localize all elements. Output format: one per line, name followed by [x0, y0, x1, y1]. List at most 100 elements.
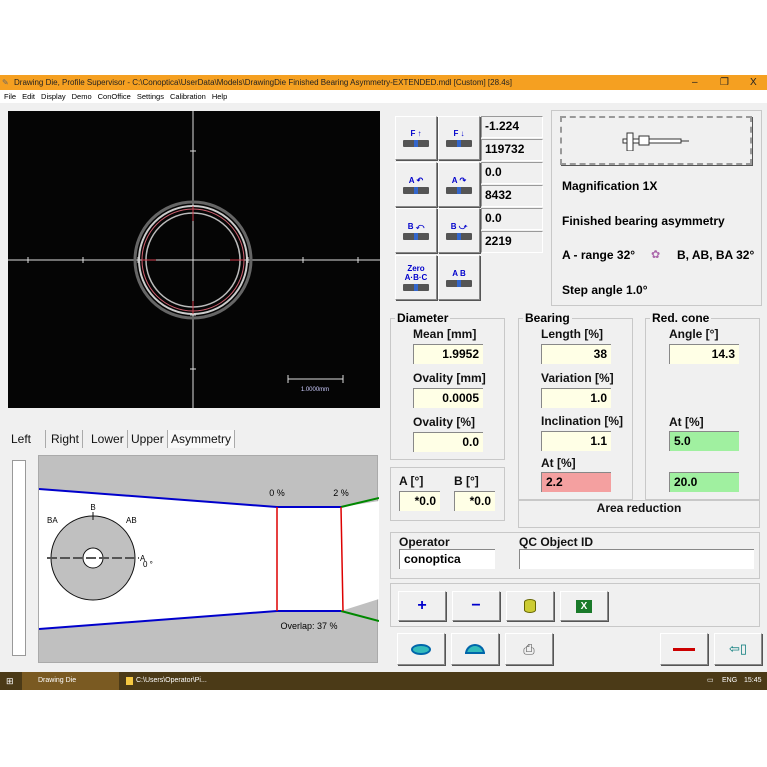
exit-button[interactable]: ⇦▯ [714, 633, 762, 665]
folder-icon [126, 677, 133, 685]
database-button[interactable] [506, 591, 554, 621]
a-angle-field[interactable]: *0.0 [399, 491, 440, 511]
menu-settings[interactable]: Settings [137, 92, 164, 101]
tab-lower[interactable]: Lower [88, 430, 128, 448]
print-button[interactable]: ⎙ [505, 633, 553, 665]
cone-at-field[interactable]: 5.0 [669, 431, 739, 451]
magnification-label: Magnification 1X [562, 179, 658, 193]
die-icon [446, 186, 472, 194]
excel-icon: X [576, 599, 592, 613]
overlap-label: Overlap: 37 % [280, 621, 337, 631]
rotate-b-fwd-icon: B ⤻ [446, 222, 472, 240]
ab-button[interactable]: A B [438, 255, 480, 300]
inclination-label: Inclination [%] [541, 414, 623, 428]
camera-overlay: 1.0000mm [8, 111, 380, 408]
die-icon [446, 279, 472, 287]
title-bar: ✎ Drawing Die, Profile Supervisor - C:\C… [0, 75, 767, 90]
diameter-title: Diameter [395, 311, 451, 325]
caliper-button[interactable] [560, 116, 752, 165]
area-reduction-label: Area reduction [596, 501, 682, 515]
maximize-button[interactable]: ❐ [720, 75, 729, 90]
clock[interactable]: 15:45 [744, 672, 762, 690]
variation-label: Variation [%] [541, 371, 614, 385]
camera-view[interactable]: 1.0000mm [8, 111, 380, 408]
readout-focus-count: 119732 [481, 139, 543, 161]
readout-focus: -1.224 [481, 116, 543, 138]
menu-edit[interactable]: Edit [22, 92, 35, 101]
cone-angle-label: Angle [°] [669, 327, 719, 341]
menu-conoffice[interactable]: ConOffice [98, 92, 131, 101]
rotate-a-ccw-icon: A ↶ [403, 176, 429, 194]
label-ab: AB [126, 516, 137, 525]
readout-b: 0.0 [481, 208, 543, 230]
ab-icon: A B [446, 269, 472, 287]
probe-icon [673, 647, 695, 651]
minimize-button[interactable]: – [692, 75, 698, 90]
focus-down-icon: F ↓ [446, 129, 472, 147]
step-angle-label: Step angle 1.0° [562, 283, 648, 297]
cone-at2-field[interactable]: 20.0 [669, 472, 739, 492]
tab-upper[interactable]: Upper [128, 430, 168, 448]
menu-demo[interactable]: Demo [72, 92, 92, 101]
profile-view-button[interactable] [451, 633, 499, 665]
vertical-slider[interactable] [12, 460, 26, 656]
rotate-b-fwd-button[interactable]: B ⤻ [438, 208, 480, 253]
taskbar-drawing-die[interactable]: Drawing Die [22, 672, 119, 690]
taskbar-explorer[interactable]: C:\Users\Operator\Pi... [124, 672, 216, 690]
scale-bar-label: 1.0000mm [301, 387, 329, 393]
close-button[interactable]: X [750, 75, 757, 90]
die-icon [403, 232, 429, 240]
operator-label: Operator [399, 535, 450, 549]
length-label: Length [%] [541, 327, 603, 341]
ovality-mm-field: 0.0005 [413, 388, 483, 408]
bearing-at-label: At [%] [541, 456, 576, 470]
label-2-percent: 2 % [333, 488, 349, 498]
probe-button[interactable] [660, 633, 708, 665]
excel-export-button[interactable]: X [560, 591, 608, 621]
cone-angle-field: 14.3 [669, 344, 739, 364]
focus-up-button[interactable]: F ↑ [395, 116, 437, 160]
taskbar-app1-label: Drawing Die [38, 677, 77, 684]
windows-start-icon[interactable]: ⊞ [6, 672, 14, 690]
language-indicator[interactable]: ENG [722, 672, 737, 690]
red-cone-title: Red. cone [650, 311, 712, 325]
cone-at-label: At [%] [669, 415, 704, 429]
b-angle-field[interactable]: *0.0 [454, 491, 495, 511]
mean-field: 1.9952 [413, 344, 483, 364]
rotate-b-back-button[interactable]: B ⤺ [395, 208, 437, 253]
zero-abc-button[interactable]: Zero A·B·C [395, 255, 437, 300]
plus-icon: + [417, 597, 427, 614]
database-icon [524, 599, 536, 613]
menu-file[interactable]: File [4, 92, 16, 101]
die-icon [403, 186, 429, 194]
tab-asymmetry[interactable]: Asymmetry [168, 430, 235, 448]
inclination-field: 1.1 [541, 431, 611, 451]
label-0-percent: 0 % [269, 488, 285, 498]
window-title: Drawing Die, Profile Supervisor - C:\Con… [14, 78, 512, 87]
remove-button[interactable]: − [452, 591, 500, 621]
menu-display[interactable]: Display [41, 92, 66, 101]
menu-help[interactable]: Help [212, 92, 227, 101]
rotate-a-ccw-button[interactable]: A ↶ [395, 162, 437, 207]
focus-down-button[interactable]: F ↓ [438, 116, 480, 160]
add-button[interactable]: + [398, 591, 446, 621]
a-range-label: A - range 32° [562, 248, 636, 262]
label-b: B [90, 503, 95, 512]
rotate-a-cw-button[interactable]: A ↷ [438, 162, 480, 207]
ring-view-button[interactable] [397, 633, 445, 665]
network-icon[interactable]: ▭ [707, 672, 714, 690]
tab-right[interactable]: Right [48, 430, 84, 448]
menu-calibration[interactable]: Calibration [170, 92, 206, 101]
settings-gear-icon[interactable]: ✿ [651, 248, 660, 261]
b-angle-label: B [°] [454, 474, 479, 488]
readout-b-count: 2219 [481, 231, 543, 253]
caliper-icon [622, 132, 689, 151]
bearing-at-field[interactable]: 2.2 [541, 472, 611, 492]
app-icon: ✎ [2, 78, 9, 87]
qc-object-id-input[interactable] [519, 549, 754, 569]
bearing-title: Bearing [523, 311, 572, 325]
profile-icon [465, 644, 485, 654]
operator-input[interactable]: conoptica [399, 549, 495, 569]
menu-bar: File Edit Display Demo ConOffice Settings Cali… [0, 90, 767, 103]
tab-left[interactable]: Left [8, 430, 46, 448]
